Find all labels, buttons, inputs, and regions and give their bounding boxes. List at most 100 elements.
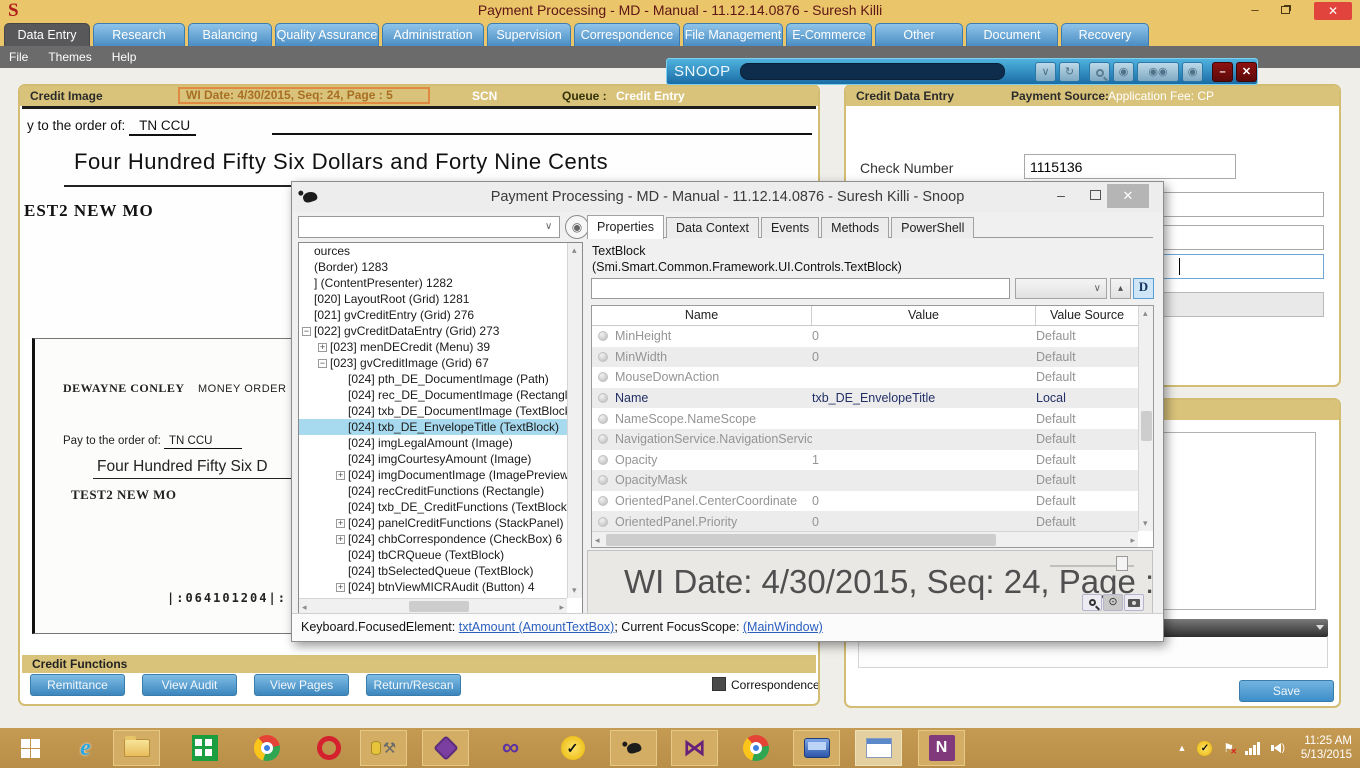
scroll-left-icon[interactable]: ◂ — [302, 602, 307, 613]
menu-file[interactable]: File — [9, 50, 28, 64]
snoop-app-chooser[interactable] — [740, 63, 1005, 80]
expand-icon[interactable]: + — [336, 471, 345, 480]
focused-element-link[interactable]: txtAmount (AmountTextBox) — [459, 620, 615, 634]
tree-node[interactable]: [024] rec_DE_DocumentImage (Rectangle) — [299, 387, 567, 403]
tree-node[interactable]: [020] LayoutRoot (Grid) 1281 — [299, 291, 567, 307]
tree-node[interactable]: [024] tbCRQueue (TextBlock) — [299, 547, 567, 563]
tree-node[interactable]: [024] txb_DE_CreditFunctions (TextBlock) — [299, 499, 567, 515]
check-number-input[interactable] — [1024, 154, 1236, 179]
taskbar-visual-studio[interactable]: ⋈ — [671, 730, 718, 766]
visual-tree[interactable]: ources (Border) 1283 ] (ContentPresenter… — [298, 242, 583, 614]
tab-methods[interactable]: Methods — [821, 217, 889, 238]
filter-preset-dropdown[interactable]: ∨ — [1015, 278, 1107, 299]
save-button[interactable]: Save — [1239, 680, 1334, 702]
tab-file-management[interactable]: File Management — [683, 23, 783, 46]
tree-node[interactable]: (Border) 1283 — [299, 259, 567, 275]
taskbar-collaboration-app[interactable] — [422, 730, 469, 766]
scroll-right-icon[interactable]: ▸ — [1130, 535, 1135, 546]
tree-horizontal-scrollbar[interactable]: ◂ ▸ — [299, 598, 567, 613]
magnifier-icon[interactable] — [1089, 62, 1110, 82]
taskbar-snoop[interactable] — [610, 730, 657, 766]
collapse-icon[interactable]: − — [302, 327, 311, 336]
property-row[interactable]: MinWidth0Default — [592, 347, 1138, 368]
property-row[interactable]: OrientedPanel.CenterCoordinate0Default — [592, 491, 1138, 512]
property-row[interactable]: OpacityMaskDefault — [592, 470, 1138, 491]
scroll-down-icon[interactable]: ▾ — [572, 585, 577, 596]
remittance-button[interactable]: Remittance — [30, 674, 125, 696]
tree-node[interactable]: +[024] imgDocumentImage (ImagePreview) — [299, 467, 567, 483]
taskbar-chrome[interactable] — [243, 730, 290, 766]
check-image-bottom[interactable]: DEWAYNE CONLEY MONEY ORDER Pay to the or… — [32, 338, 302, 634]
property-row[interactable]: MouseDownActionDefault — [592, 367, 1138, 388]
action-center-flag-icon[interactable]: ⚑ — [1223, 741, 1234, 755]
tab-properties[interactable]: Properties — [587, 215, 664, 239]
scrollbar-thumb[interactable] — [409, 601, 469, 612]
tree-node[interactable]: [024] imgLegalAmount (Image) — [299, 435, 567, 451]
expand-icon[interactable]: + — [336, 519, 345, 528]
restore-icon[interactable] — [1272, 2, 1298, 20]
start-button[interactable] — [0, 728, 60, 768]
grid-horizontal-scrollbar[interactable]: ◂ ▸ — [592, 531, 1138, 547]
property-row[interactable]: NavigationService.NavigationServicDefaul… — [592, 429, 1138, 450]
tab-recovery[interactable]: Recovery — [1061, 23, 1149, 46]
preview-power-icon[interactable]: ⊙ — [1103, 594, 1123, 611]
expand-icon[interactable]: + — [318, 343, 327, 352]
scrollbar-thumb[interactable] — [606, 534, 996, 546]
properties-filter-input[interactable] — [591, 278, 1010, 299]
taskbar-file-explorer[interactable] — [113, 730, 160, 766]
property-row[interactable]: OrientedPanel.Priority0Default — [592, 511, 1138, 531]
tab-quality-assurance[interactable]: Quality Assurance — [275, 23, 379, 46]
tab-other[interactable]: Other — [875, 23, 963, 46]
scroll-down-icon[interactable]: ▾ — [1143, 518, 1148, 529]
tree-node[interactable]: [024] recCreditFunctions (Rectangle) — [299, 483, 567, 499]
restore-icon[interactable] — [1090, 190, 1101, 200]
tree-node[interactable]: [024] pth_DE_DocumentImage (Path) — [299, 371, 567, 387]
taskbar-remote-desktop[interactable] — [793, 730, 840, 766]
taskbar-windows-store[interactable] — [181, 730, 228, 766]
property-row[interactable]: MinHeight0Default — [592, 326, 1138, 347]
refresh-tree-icon[interactable]: ◉ — [565, 215, 589, 239]
expand-icon[interactable]: + — [336, 583, 345, 592]
scroll-right-icon[interactable]: ▸ — [559, 602, 564, 613]
crosshair2-icon[interactable]: ◉ — [1182, 62, 1203, 82]
tree-node[interactable]: −[022] gvCreditDataEntry (Grid) 273 — [299, 323, 567, 339]
snoop-close-icon[interactable]: ✕ — [1236, 62, 1257, 82]
show-hidden-icons[interactable]: ▲ — [1177, 743, 1186, 753]
network-icon[interactable] — [1245, 742, 1260, 755]
tab-powershell[interactable]: PowerShell — [891, 217, 974, 238]
tree-vertical-scrollbar[interactable]: ▴ ▾ — [567, 243, 582, 598]
tree-node[interactable]: ources — [299, 243, 567, 259]
snoop-minimize-icon[interactable]: – — [1212, 62, 1233, 82]
taskbar-norton[interactable]: ✓ — [549, 730, 596, 766]
tree-node[interactable]: +[024] panelCreditFunctions (StackPanel)… — [299, 515, 567, 531]
scroll-up-icon[interactable]: ▴ — [572, 245, 577, 256]
tab-administration[interactable]: Administration — [382, 23, 484, 46]
tab-supervision[interactable]: Supervision — [487, 23, 571, 46]
minimize-icon[interactable]: – — [1049, 186, 1073, 206]
binoculars-icon[interactable]: ◉◉ — [1137, 62, 1179, 82]
preview-zoom-thumb[interactable] — [1116, 556, 1128, 571]
snoop-window-titlebar[interactable]: Payment Processing - MD - Manual - 11.12… — [292, 182, 1163, 212]
tree-node-selected[interactable]: [024] txb_DE_EnvelopeTitle (TextBlock) — [299, 419, 567, 435]
preview-camera-icon[interactable] — [1124, 594, 1144, 611]
tree-node[interactable]: −[023] gvCreditImage (Grid) 67 — [299, 355, 567, 371]
tab-research[interactable]: Research — [93, 23, 185, 46]
taskbar-sql-tools[interactable]: ⚒ — [360, 730, 407, 766]
taskbar-onenote[interactable]: N — [918, 730, 965, 766]
scroll-left-icon[interactable]: ◂ — [595, 535, 600, 546]
taskbar-clock[interactable]: 11:25 AM 5/13/2015 — [1301, 734, 1352, 762]
collapse-icon[interactable]: − — [318, 359, 327, 368]
up-level-icon[interactable]: ▴ — [1110, 278, 1131, 299]
column-value[interactable]: Value — [812, 306, 1036, 325]
property-row[interactable]: NameScope.NameScopeDefault — [592, 408, 1138, 429]
taskbar-internet-explorer[interactable]: e — [62, 730, 109, 766]
correspondence-checkbox[interactable] — [712, 677, 726, 691]
tree-node[interactable]: ] (ContentPresenter) 1282 — [299, 275, 567, 291]
tree-node[interactable]: +[024] chbCorrespondence (CheckBox) 6 — [299, 531, 567, 547]
taskbar-opera[interactable] — [305, 730, 352, 766]
taskbar-active-window[interactable] — [855, 730, 902, 766]
tab-document[interactable]: Document — [966, 23, 1058, 46]
volume-icon[interactable]: ) — [1271, 743, 1285, 754]
refresh-icon[interactable]: ↻ — [1059, 62, 1080, 82]
view-audit-button[interactable]: View Audit — [142, 674, 237, 696]
